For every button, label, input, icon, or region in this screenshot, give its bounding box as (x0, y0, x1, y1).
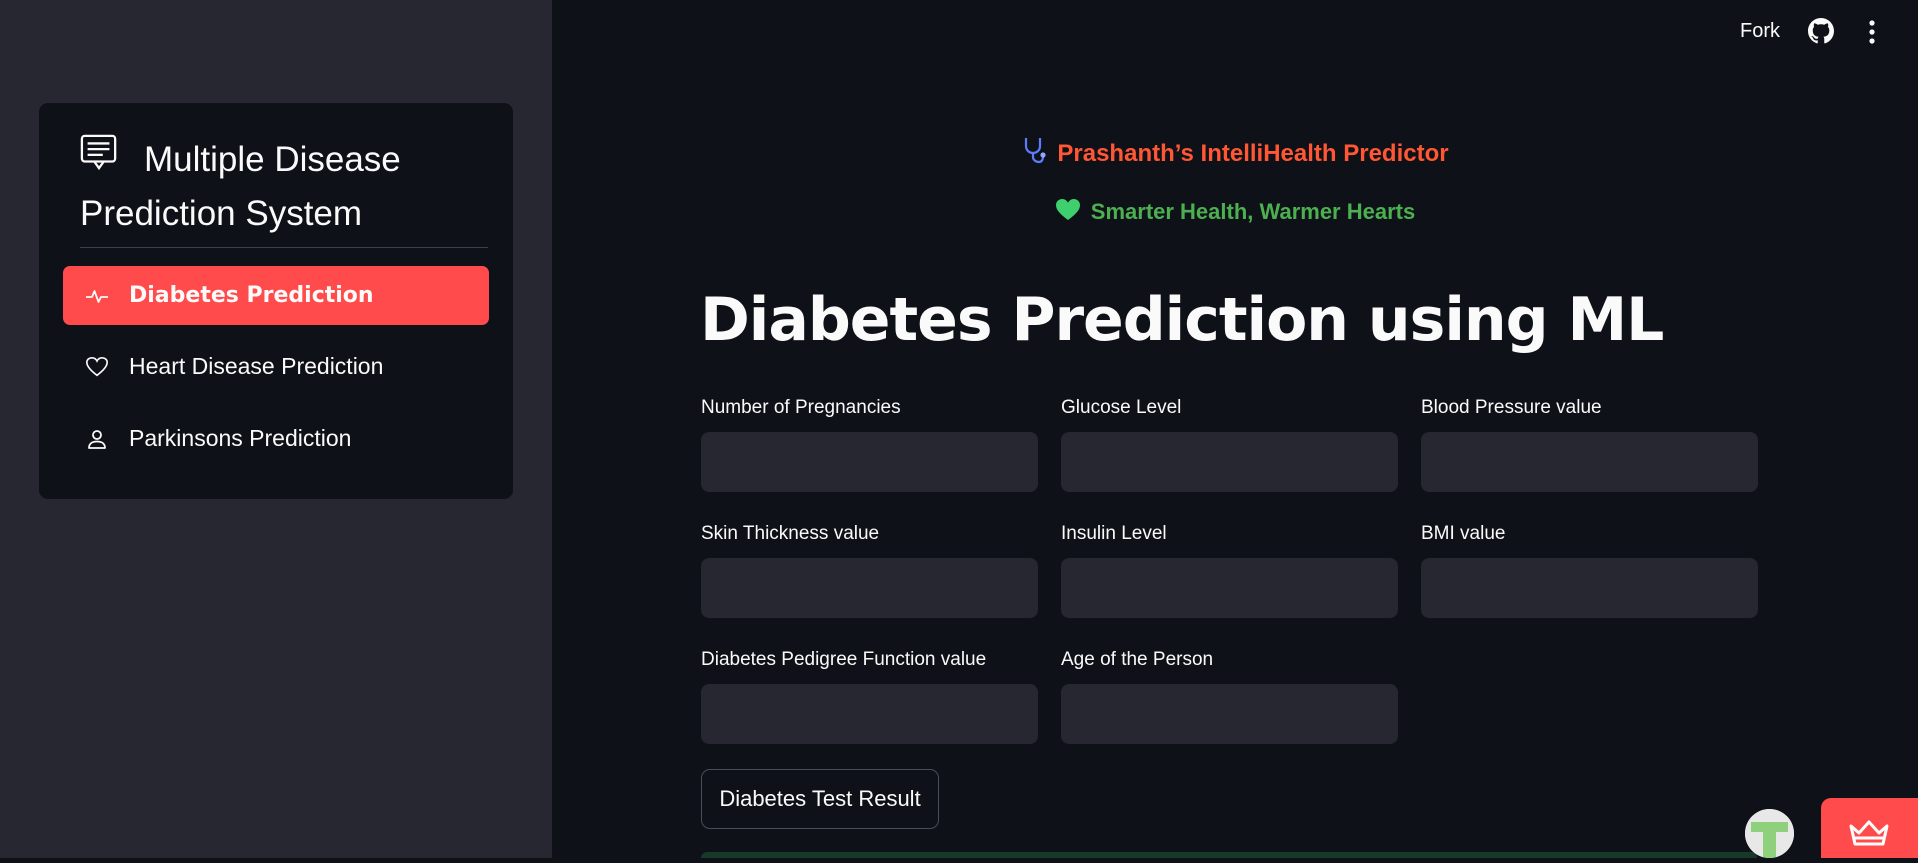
chat-text-icon (80, 134, 117, 171)
menu-item-label: Heart Disease Prediction (129, 353, 384, 379)
pedigree-field: Diabetes Pedigree Function value (701, 646, 1038, 744)
skin-thickness-input[interactable] (701, 558, 1038, 618)
insulin-field: Insulin Level (1061, 520, 1398, 618)
sidebar: Multiple Disease Prediction System Diabe… (0, 0, 552, 858)
kebab-menu-icon[interactable] (1862, 18, 1882, 46)
insulin-input[interactable] (1061, 558, 1398, 618)
field-label: Age of the Person (1061, 649, 1214, 670)
menu-header: Multiple Disease Prediction System (80, 133, 500, 241)
field-label: Skin Thickness value (701, 523, 880, 544)
menu-item-heart-disease[interactable]: Heart Disease Prediction (63, 337, 489, 396)
deploy-button[interactable] (1821, 798, 1918, 858)
result-success-box (701, 852, 1757, 858)
field-label: Blood Pressure value (1421, 397, 1602, 418)
stethoscope-icon (1025, 138, 1046, 164)
crown-icon (1849, 820, 1889, 846)
field-label: Insulin Level (1061, 523, 1167, 544)
brand-name: Prashanth’s IntelliHealth Predictor (1057, 140, 1449, 167)
field-label: Glucose Level (1061, 397, 1182, 418)
option-menu: Multiple Disease Prediction System Diabe… (39, 103, 513, 499)
field-label: Diabetes Pedigree Function value (701, 649, 987, 670)
menu-item-label: Diabetes Prediction (129, 283, 374, 308)
blood-pressure-field: Blood Pressure value (1421, 394, 1758, 492)
fork-link[interactable]: Fork (1740, 20, 1780, 43)
glucose-input[interactable] (1061, 432, 1398, 492)
glucose-field: Glucose Level (1061, 394, 1398, 492)
field-label: BMI value (1421, 523, 1506, 544)
bmi-input[interactable] (1421, 558, 1758, 618)
avatar-image (1745, 809, 1794, 858)
brand-tagline: Smarter Health, Warmer Hearts (1090, 199, 1416, 224)
pregnancies-input[interactable] (701, 432, 1038, 492)
page-title: Diabetes Prediction using ML (700, 285, 1664, 355)
menu-title: Multiple Disease Prediction System (80, 140, 401, 233)
brand-tagline-row: Smarter Health, Warmer Hearts (552, 198, 1918, 225)
heart-icon (85, 355, 109, 379)
blood-pressure-input[interactable] (1421, 432, 1758, 492)
brand-name-row: Prashanth’s IntelliHealth Predictor (552, 136, 1918, 168)
menu-divider (80, 247, 488, 248)
diabetes-test-result-button[interactable]: Diabetes Test Result (701, 769, 939, 829)
age-input[interactable] (1061, 684, 1398, 744)
pregnancies-field: Number of Pregnancies (701, 394, 1038, 492)
skin-thickness-field: Skin Thickness value (701, 520, 1038, 618)
field-label: Number of Pregnancies (701, 397, 901, 418)
github-icon[interactable] (1808, 18, 1834, 44)
pedigree-input[interactable] (701, 684, 1038, 744)
green-heart-icon (1055, 199, 1080, 220)
activity-icon (85, 284, 109, 308)
age-field: Age of the Person (1061, 646, 1398, 744)
person-icon (85, 427, 109, 451)
menu-item-parkinsons[interactable]: Parkinsons Prediction (63, 409, 489, 468)
menu-item-diabetes[interactable]: Diabetes Prediction (63, 266, 489, 325)
avatar[interactable] (1745, 809, 1794, 858)
bmi-field: BMI value (1421, 520, 1758, 618)
menu-item-label: Parkinsons Prediction (129, 425, 352, 451)
